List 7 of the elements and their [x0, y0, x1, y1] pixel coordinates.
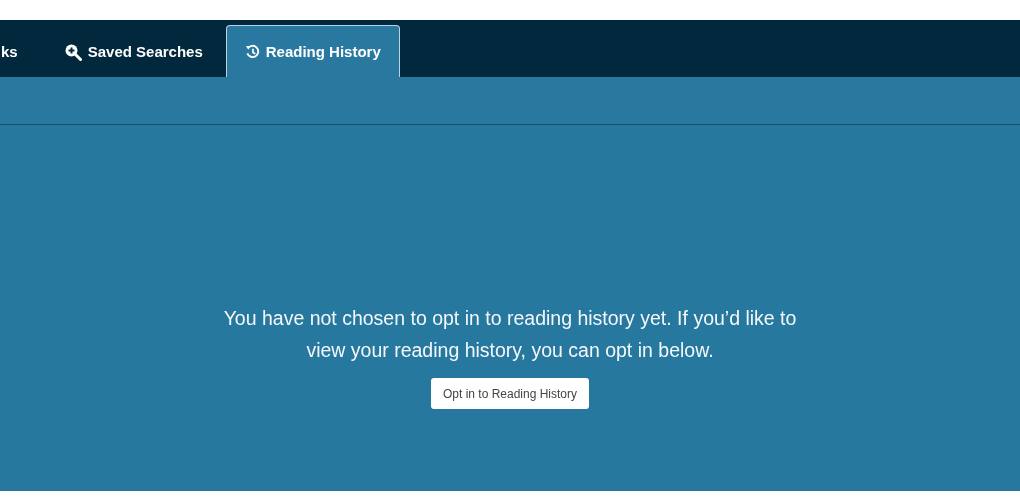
tab[interactable]: Reading History [225, 25, 400, 77]
empty-state-message: You have not chosen to opt in to reading history yet. If you’d like to view your reading history, you can opt in below. [222, 306, 798, 363]
tab[interactable]: Saved Searches [44, 25, 222, 77]
tab[interactable]: ks [0, 25, 41, 77]
history-icon [244, 44, 260, 59]
search-icon [63, 42, 82, 61]
opt-in-button[interactable]: Opt in to Reading History [430, 378, 590, 409]
